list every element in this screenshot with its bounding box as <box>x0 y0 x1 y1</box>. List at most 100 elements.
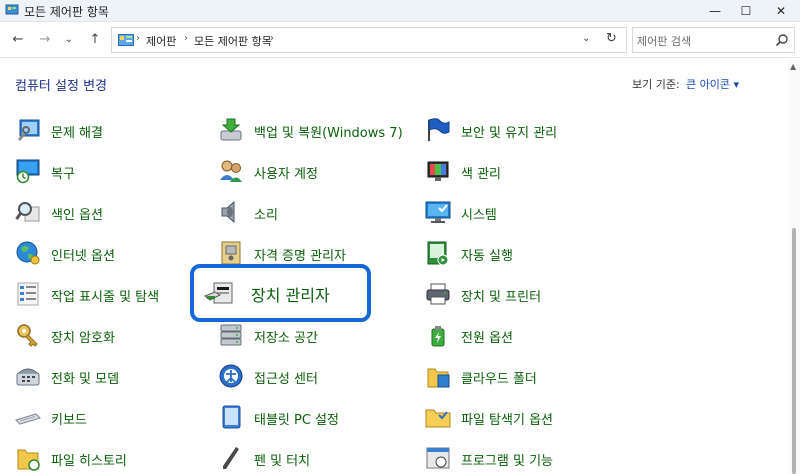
system-icon <box>425 201 451 223</box>
vertical-scrollbar[interactable]: ▲ <box>788 60 800 474</box>
item-label: 전원 옵션 <box>461 331 513 346</box>
item-label: 클라우드 폴더 <box>461 372 537 387</box>
scrollbar-thumb[interactable] <box>792 228 796 474</box>
user-accounts-icon <box>220 160 242 182</box>
item-label: 접근성 센터 <box>254 372 318 387</box>
control-panel-icon <box>5 4 19 15</box>
item-label: 색 관리 <box>461 167 502 182</box>
view-by-dropdown[interactable]: 큰 아이콘 ▾ <box>686 76 739 92</box>
item-internet-options[interactable]: 인터넷 옵션 <box>15 240 215 274</box>
item-recovery[interactable]: 복구 <box>15 158 215 192</box>
item-indexing-options[interactable]: 색인 옵션 <box>15 199 215 233</box>
file-history-icon <box>17 449 40 471</box>
item-label: 사용자 계정 <box>254 167 318 182</box>
item-device-manager[interactable]: 장치 관리자 <box>190 264 371 322</box>
tablet-icon <box>222 405 241 429</box>
search-icon[interactable] <box>775 33 789 47</box>
item-keyboard[interactable]: 키보드 <box>15 404 215 438</box>
backup-icon <box>220 118 242 141</box>
forward-button[interactable]: → <box>36 30 54 48</box>
item-file-history[interactable]: 파일 히스토리 <box>15 445 215 474</box>
item-phone-modem[interactable]: 전화 및 모뎀 <box>15 363 215 397</box>
item-tablet-pc-settings[interactable]: 태블릿 PC 설정 <box>218 404 418 438</box>
item-file-explorer-options[interactable]: 파일 탐색기 옵션 <box>425 404 625 438</box>
item-troubleshooting[interactable]: 문제 해결 <box>15 117 215 151</box>
item-label: 복구 <box>51 167 75 182</box>
device-manager-icon <box>204 282 233 304</box>
power-icon <box>431 326 445 347</box>
item-label: 문제 해결 <box>51 126 103 141</box>
item-user-accounts[interactable]: 사용자 계정 <box>218 158 418 192</box>
storage-icon <box>220 324 242 346</box>
breadcrumb-separator[interactable]: › <box>184 33 188 44</box>
back-button[interactable]: ← <box>9 30 27 48</box>
breadcrumb-all-items[interactable]: 모든 제어판 항목 <box>194 33 272 49</box>
item-label: 백업 및 복원(Windows 7) <box>254 126 403 141</box>
item-devices-printers[interactable]: 장치 및 프린터 <box>425 281 625 315</box>
item-power-options[interactable]: 전원 옵션 <box>425 322 625 356</box>
navigation-bar: ← → ⌄ ↑ › 제어판 › 모든 제어판 항목 › ⌄ ↻ 제어판 검색 <box>0 22 800 58</box>
item-storage-spaces[interactable]: 저장소 공간 <box>218 322 418 356</box>
item-label: 자격 증명 관리자 <box>254 249 346 264</box>
recent-locations-button[interactable]: ⌄ <box>60 30 78 48</box>
breadcrumb-control-panel[interactable]: 제어판 <box>146 33 176 49</box>
item-color-management[interactable]: 색 관리 <box>425 158 625 192</box>
item-system[interactable]: 시스템 <box>425 199 625 233</box>
item-work-folders[interactable]: 클라우드 폴더 <box>425 363 625 397</box>
item-label: 소리 <box>254 208 278 223</box>
internet-icon <box>16 241 40 265</box>
item-label: 장치 암호화 <box>51 331 115 346</box>
folder-options-icon <box>425 409 451 428</box>
item-label: 파일 탐색기 옵션 <box>461 413 553 428</box>
item-label: 저장소 공간 <box>254 331 318 346</box>
taskbar-icon <box>17 282 39 306</box>
pen-icon <box>223 447 239 469</box>
phone-icon <box>16 368 40 386</box>
up-button[interactable]: ↑ <box>86 30 104 48</box>
programs-icon <box>426 447 450 469</box>
control-panel-icon <box>118 34 134 46</box>
color-management-icon <box>427 161 449 181</box>
search-input[interactable]: 제어판 검색 <box>632 27 795 53</box>
breadcrumb-separator[interactable]: › <box>136 33 140 44</box>
close-button[interactable]: ✕ <box>766 0 796 22</box>
item-taskbar-navigation[interactable]: 작업 표시줄 및 탐색 <box>15 281 215 315</box>
item-ease-of-access[interactable]: 접근성 센터 <box>218 363 418 397</box>
search-placeholder: 제어판 검색 <box>637 35 692 48</box>
item-programs-features[interactable]: 프로그램 및 기능 <box>425 445 625 474</box>
keyboard-icon <box>15 413 41 425</box>
breadcrumb-separator[interactable]: › <box>270 33 274 44</box>
troubleshoot-icon <box>18 119 40 141</box>
item-security-maintenance[interactable]: 보안 및 유지 관리 <box>425 117 625 151</box>
item-label: 장치 및 프린터 <box>461 290 542 305</box>
maximize-button[interactable]: ☐ <box>731 0 761 22</box>
item-label: 키보드 <box>51 413 87 428</box>
item-device-encryption[interactable]: 장치 암호화 <box>15 322 215 356</box>
indexing-icon <box>15 202 40 222</box>
printer-icon <box>426 283 450 305</box>
title-bar: 모든 제어판 항목 — ☐ ✕ <box>0 0 800 22</box>
accessibility-icon <box>219 364 243 388</box>
page-title: 컴퓨터 설정 변경 <box>15 79 107 94</box>
window-title: 모든 제어판 항목 <box>24 5 109 19</box>
view-by-label: 보기 기준: <box>632 78 680 91</box>
item-label: 프로그램 및 기능 <box>461 454 553 469</box>
item-backup-restore[interactable]: 백업 및 복원(Windows 7) <box>218 117 418 151</box>
item-sound[interactable]: 소리 <box>218 199 418 233</box>
refresh-button[interactable]: ↻ <box>606 31 617 46</box>
item-label: 펜 및 터치 <box>254 454 311 469</box>
item-label: 파일 히스토리 <box>51 454 127 469</box>
item-label: 시스템 <box>461 208 497 223</box>
item-label: 보안 및 유지 관리 <box>461 126 558 141</box>
sound-icon <box>221 200 235 224</box>
recovery-icon <box>16 159 40 184</box>
item-pen-touch[interactable]: 펜 및 터치 <box>218 445 418 474</box>
security-flag-icon <box>428 118 450 141</box>
minimize-button[interactable]: — <box>700 0 730 22</box>
item-label: 인터넷 옵션 <box>51 249 115 264</box>
encryption-icon <box>17 324 38 347</box>
address-bar[interactable]: › 제어판 › 모든 제어판 항목 › ⌄ ↻ <box>111 27 627 53</box>
scroll-up-arrow-icon[interactable]: ▲ <box>790 62 796 71</box>
address-dropdown-button[interactable]: ⌄ <box>582 33 590 44</box>
item-autoplay[interactable]: 자동 실행 <box>425 240 625 274</box>
